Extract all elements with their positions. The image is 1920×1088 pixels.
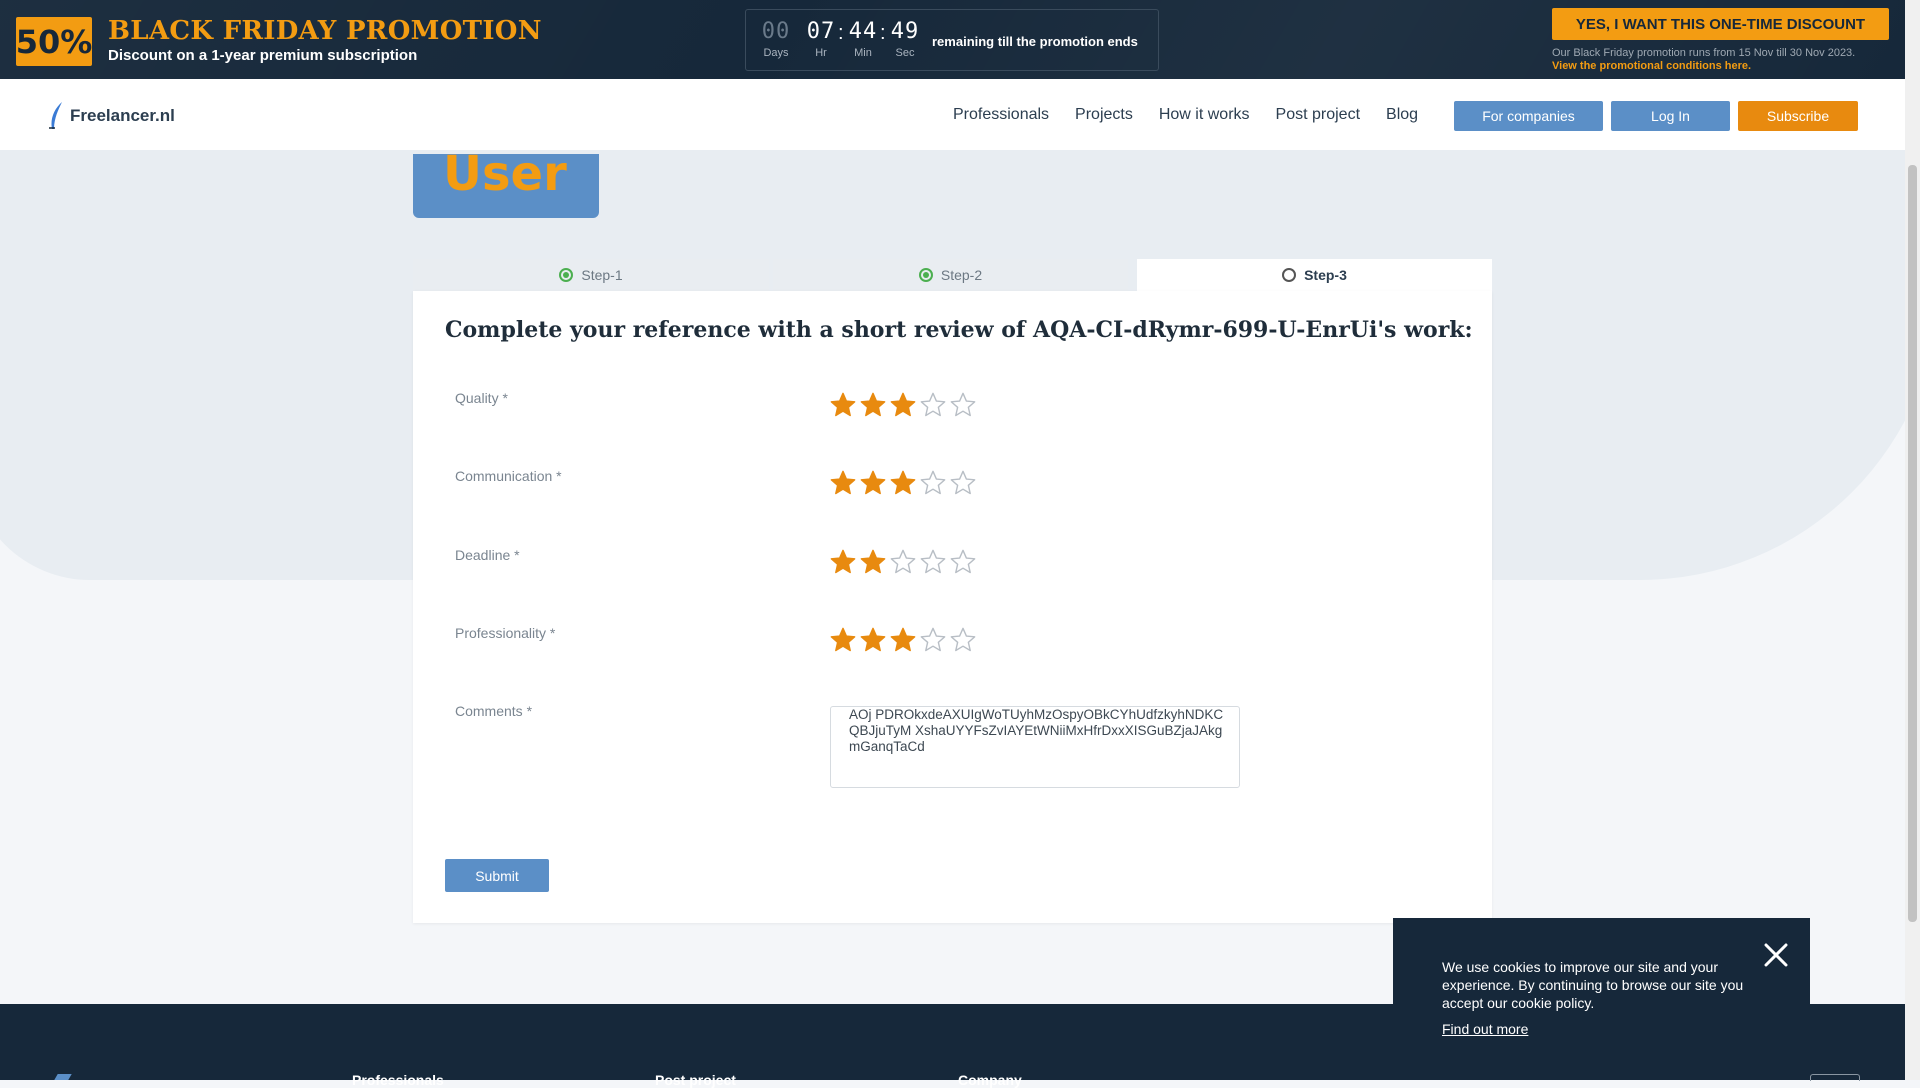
promo-conditions-link[interactable]: View the promotional conditions here.: [1552, 60, 1751, 72]
promo-title: BLACK FRIDAY PROMOTION: [108, 16, 542, 46]
countdown-hours-value: 07: [806, 19, 836, 44]
login-button[interactable]: Log In: [1611, 101, 1730, 131]
nav-link-post-project[interactable]: Post project: [1276, 106, 1360, 124]
star-filled-icon[interactable]: [828, 469, 858, 497]
countdown-minutes-value: 44: [848, 19, 878, 44]
countdown-seconds: 49 Sec: [885, 19, 925, 60]
professionality-rating[interactable]: [828, 626, 978, 654]
communication-label: Communication *: [455, 468, 562, 484]
star-empty-icon[interactable]: [888, 548, 918, 576]
countdown-hours-label: Hr: [815, 47, 827, 59]
star-filled-icon[interactable]: [888, 469, 918, 497]
tab-step-1-label: Step-1: [581, 267, 623, 283]
star-filled-icon[interactable]: [888, 391, 918, 419]
nav-link-projects[interactable]: Projects: [1075, 106, 1133, 124]
nav-links: Professionals Projects How it works Post…: [953, 106, 1444, 124]
footer-heading-post-project: Post project: [655, 1072, 736, 1088]
user-avatar: User: [413, 154, 599, 218]
tab-step-2-label: Step-2: [940, 267, 983, 283]
star-empty-icon[interactable]: [948, 391, 978, 419]
professionality-label: Professionality *: [455, 625, 556, 641]
avatar-text: User: [443, 154, 567, 202]
step-tabs: Step-1 Step-2 Step-3: [413, 259, 1492, 291]
deadline-rating[interactable]: [828, 548, 978, 576]
cookie-text: We use cookies to improve our site and y…: [1442, 959, 1744, 1011]
star-filled-icon[interactable]: [858, 469, 888, 497]
star-empty-icon[interactable]: [918, 391, 948, 419]
feather-icon: [49, 102, 62, 129]
discount-cta-button[interactable]: YES, I WANT THIS ONE-TIME DISCOUNT: [1552, 8, 1889, 40]
scrollbar-thumb[interactable]: [1908, 165, 1917, 922]
star-empty-icon[interactable]: [918, 548, 948, 576]
quality-label: Quality *: [455, 390, 508, 406]
countdown-days: 00 Days: [756, 19, 796, 60]
countdown-days-value: 00: [761, 19, 791, 44]
form-title: Complete your reference with a short rev…: [445, 317, 1473, 343]
tab-step-1[interactable]: Step-1: [413, 259, 769, 291]
promo-subtitle: Discount on a 1-year premium subscriptio…: [108, 47, 418, 64]
step-current-icon: [1282, 268, 1297, 282]
submit-button[interactable]: Submit: [445, 859, 549, 892]
comments-label: Comments *: [455, 703, 533, 719]
nav-link-professionals[interactable]: Professionals: [953, 106, 1049, 124]
footer-logo-icon: [54, 1074, 72, 1080]
star-empty-icon[interactable]: [948, 548, 978, 576]
star-empty-icon[interactable]: [948, 626, 978, 654]
footer-heading-company: Company: [958, 1072, 1022, 1088]
step-done-icon: [918, 268, 933, 282]
star-filled-icon[interactable]: [828, 548, 858, 576]
countdown-minutes: 44 Min: [843, 19, 883, 60]
footer-heading-professionals: Professionals: [352, 1072, 444, 1088]
star-empty-icon[interactable]: [948, 469, 978, 497]
countdown-seconds-label: Sec: [895, 47, 915, 59]
review-form-card: Complete your reference with a short rev…: [413, 291, 1492, 923]
star-filled-icon[interactable]: [858, 626, 888, 654]
step-done-icon: [559, 268, 574, 282]
tab-step-3[interactable]: Step-3: [1137, 259, 1492, 291]
countdown-days-label: Days: [763, 47, 789, 59]
main-navbar: Freelancer.nl Professionals Projects How…: [0, 79, 1905, 155]
cookie-popup: We use cookies to improve our site and y…: [1393, 918, 1810, 1080]
discount-badge: 50%: [16, 17, 92, 66]
promo-note: Our Black Friday promotion runs from 15 …: [1552, 47, 1856, 59]
star-filled-icon[interactable]: [828, 626, 858, 654]
countdown-seconds-value: 49: [890, 19, 920, 44]
star-empty-icon[interactable]: [918, 469, 948, 497]
countdown-text: remaining till the promotion ends: [932, 34, 1138, 49]
star-filled-icon[interactable]: [858, 391, 888, 419]
countdown-timer: 00 Days 07 Hr : 44 Min : 49 Sec remainin…: [745, 9, 1159, 71]
promo-banner: 50% BLACK FRIDAY PROMOTION Discount on a…: [0, 0, 1905, 79]
star-filled-icon[interactable]: [888, 626, 918, 654]
deadline-label: Deadline *: [455, 547, 520, 563]
cookie-find-out-more-link[interactable]: Find out more: [1442, 1021, 1528, 1037]
star-empty-icon[interactable]: [918, 626, 948, 654]
site-logo[interactable]: Freelancer.nl: [46, 101, 175, 131]
communication-rating[interactable]: [828, 469, 978, 497]
logo-text: Freelancer.nl: [70, 106, 175, 125]
countdown-hours: 07 Hr: [801, 19, 841, 60]
countdown-minutes-label: Min: [854, 47, 872, 59]
tab-step-2[interactable]: Step-2: [773, 259, 1128, 291]
star-filled-icon[interactable]: [828, 391, 858, 419]
nav-link-blog[interactable]: Blog: [1386, 106, 1418, 124]
nav-link-how-it-works[interactable]: How it works: [1159, 106, 1250, 124]
subscribe-button[interactable]: Subscribe: [1738, 101, 1858, 131]
quality-rating[interactable]: [828, 391, 978, 419]
tab-step-3-label: Step-3: [1304, 267, 1347, 283]
comments-textarea[interactable]: AOj PDROkxdeAXUIgWoTUyhMzOspyOBkCYhUdfzk…: [830, 706, 1240, 788]
for-companies-button[interactable]: For companies: [1454, 101, 1603, 131]
close-icon[interactable]: [1761, 940, 1791, 970]
star-filled-icon[interactable]: [858, 548, 888, 576]
